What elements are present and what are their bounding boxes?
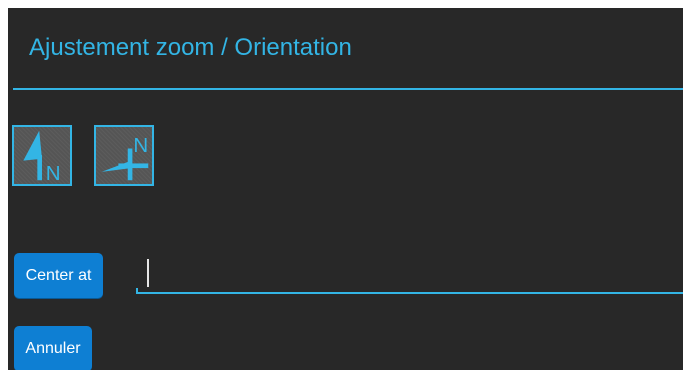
title-divider xyxy=(13,88,683,90)
zoom-orientation-dialog: Ajustement zoom / Orientation N N Center… xyxy=(8,8,683,370)
cancel-button[interactable]: Annuler xyxy=(14,326,92,370)
text-cursor xyxy=(147,259,149,287)
heading-up-arrow-icon: N xyxy=(101,134,149,181)
north-up-arrow-icon: N xyxy=(23,130,61,184)
north-letter: N xyxy=(133,134,148,157)
field-underline xyxy=(136,292,683,294)
dialog-title: Ajustement zoom / Orientation xyxy=(29,34,352,61)
heading-up-button[interactable]: N xyxy=(94,125,154,186)
center-at-field xyxy=(136,255,683,297)
center-at-input[interactable] xyxy=(136,255,683,295)
center-at-button[interactable]: Center at xyxy=(14,253,103,298)
north-letter: N xyxy=(46,162,61,184)
north-up-button[interactable]: N xyxy=(12,125,72,186)
